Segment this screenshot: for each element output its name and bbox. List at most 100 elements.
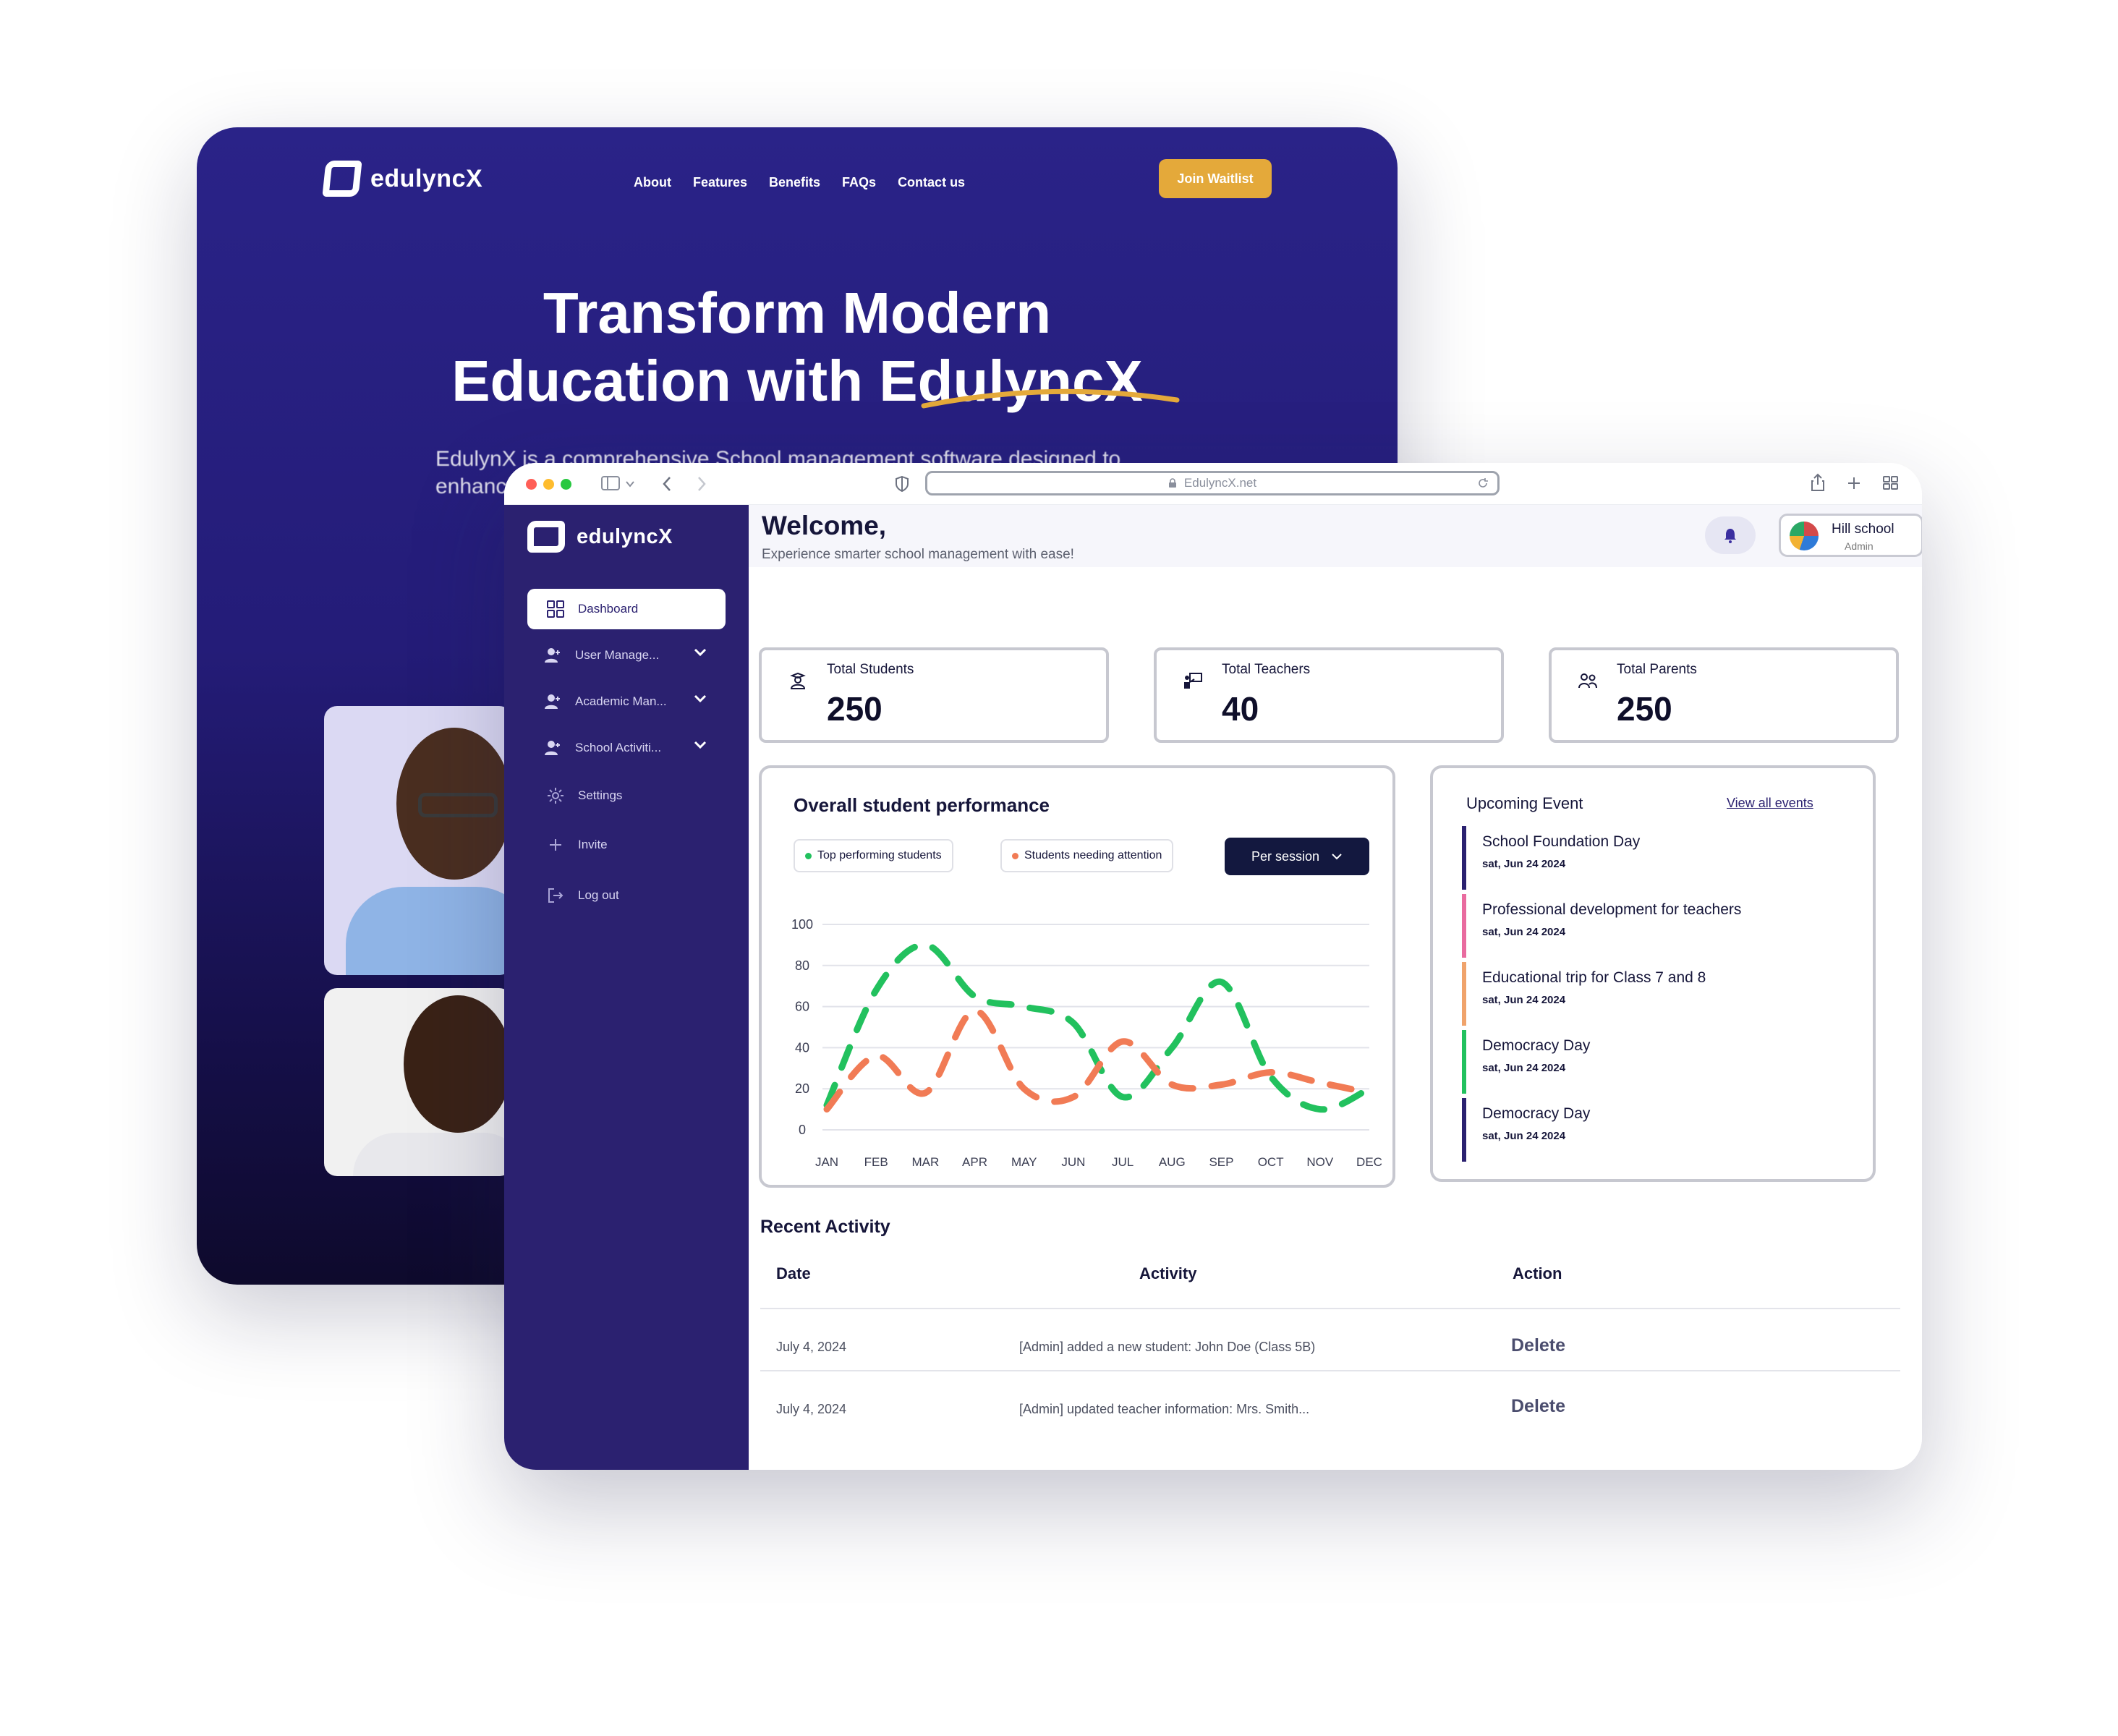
forward-icon[interactable] [697, 476, 707, 492]
x-tick-label: JUL [1112, 1155, 1134, 1169]
row-date: July 4, 2024 [776, 1402, 847, 1416]
address-bar[interactable]: EdulyncX.net [925, 471, 1500, 495]
sidebar-item-label: Log out [578, 888, 619, 902]
event-date: sat, Jun 24 2024 [1482, 1062, 1566, 1074]
event-name: School Foundation Day [1482, 833, 1641, 850]
x-tick-label: MAR [911, 1155, 939, 1169]
avatar [1790, 522, 1819, 550]
event-item[interactable]: Educational trip for Class 7 and 8 sat, J… [1462, 962, 1845, 1026]
maximize-window-button[interactable] [561, 479, 571, 490]
sidebar-brand: edulyncX [577, 524, 673, 548]
stat-card-teachers: Total Teachers 40 [1154, 647, 1504, 743]
sidebar-item-label: Settings [578, 788, 623, 802]
x-tick-label: SEP [1209, 1155, 1233, 1169]
row-date: July 4, 2024 [776, 1340, 847, 1354]
profile-menu[interactable]: Hill school Admin [1779, 514, 1922, 557]
delete-button[interactable]: Delete [1511, 1396, 1565, 1417]
sidebar-toggle-icon[interactable] [601, 476, 620, 490]
x-tick-label: JAN [815, 1155, 838, 1169]
x-tick-label: MAY [1011, 1155, 1037, 1169]
view-all-events-link[interactable]: View all events [1727, 796, 1813, 811]
stat-value: 250 [827, 690, 882, 728]
sidebar-item-label: School Activiti... [575, 741, 662, 754]
hero-line-2: Education with EdulyncX [451, 349, 1143, 413]
legend-top-performing[interactable]: Top performing students [794, 839, 953, 872]
chevron-down-icon[interactable] [626, 480, 634, 488]
event-item[interactable]: Democracy Day sat, Jun 24 2024 [1462, 1030, 1845, 1094]
event-date: sat, Jun 24 2024 [1482, 1130, 1566, 1142]
hero-underline-swoosh [921, 388, 1180, 409]
browser-toolbar: EdulyncX.net [504, 463, 1922, 505]
landing-logo[interactable]: edulyncX [322, 161, 482, 197]
chevron-down-icon[interactable] [694, 648, 707, 657]
sidebar-item-label: User Manage... [575, 648, 660, 662]
delete-button[interactable]: Delete [1511, 1335, 1565, 1356]
gear-icon [546, 786, 565, 805]
legend-dot [1012, 852, 1018, 859]
join-waitlist-button[interactable]: Join Waitlist [1159, 159, 1272, 198]
table-divider [760, 1370, 1900, 1371]
stat-label: Total Teachers [1222, 662, 1311, 677]
sidebar-item-academic-management[interactable]: Academic Man... [527, 681, 726, 722]
sidebar-item-dashboard[interactable]: Dashboard [527, 589, 726, 629]
period-select-value: Per session [1251, 848, 1320, 864]
event-item[interactable]: Professional development for teachers sat… [1462, 894, 1845, 958]
share-icon[interactable] [1811, 473, 1825, 492]
profile-name: Hill school [1832, 522, 1894, 537]
performance-title: Overall student performance [794, 794, 1050, 816]
nav-features[interactable]: Features [693, 175, 747, 190]
y-tick-label: 40 [795, 1040, 809, 1055]
sidebar-item-user-management[interactable]: User Manage... [527, 635, 726, 676]
close-window-button[interactable] [526, 479, 537, 490]
chevron-down-icon[interactable] [694, 694, 707, 703]
upcoming-events-panel: Upcoming Event View all events School Fo… [1430, 765, 1876, 1182]
nav-faqs[interactable]: FAQs [842, 175, 876, 190]
y-tick-label: 80 [795, 958, 809, 973]
stat-label: Total Students [827, 662, 914, 677]
period-select[interactable]: Per session [1225, 838, 1369, 875]
series-line-top-performing [823, 941, 1373, 1113]
notification-button[interactable] [1705, 516, 1756, 554]
nav-contact[interactable]: Contact us [898, 175, 965, 190]
lock-icon [1168, 478, 1176, 488]
user-plus-icon [543, 739, 562, 757]
student-photo-2 [324, 988, 512, 1176]
legend-label: Top performing students [817, 849, 942, 861]
nav-benefits[interactable]: Benefits [769, 175, 820, 190]
stat-value: 40 [1222, 690, 1259, 728]
logo-mark-icon [322, 161, 362, 197]
minimize-window-button[interactable] [543, 479, 554, 490]
plus-icon [546, 835, 565, 854]
row-activity: [Admin] updated teacher information: Mrs… [1019, 1402, 1310, 1416]
sidebar-item-school-activities[interactable]: School Activiti... [527, 728, 726, 768]
x-tick-label: APR [962, 1155, 987, 1169]
tab-overview-icon[interactable] [1883, 476, 1899, 490]
logout-icon [546, 886, 565, 905]
reload-icon[interactable] [1477, 477, 1489, 489]
performance-line-chart: 0 20 40 60 80 100 JAN FEB MAR APR MAY JUN JUL AUG SEP O… [791, 917, 1382, 1169]
legend-label: Students needing attention [1024, 849, 1162, 861]
sidebar-item-settings[interactable]: Settings [527, 775, 726, 816]
hero-line-1: Transform Modern [543, 281, 1052, 345]
legend-needing-attention[interactable]: Students needing attention [1000, 839, 1174, 872]
sidebar-item-logout[interactable]: Log out [527, 875, 726, 916]
sidebar: edulyncX Dashboard User Manage... Academ… [504, 505, 749, 1470]
column-header-activity: Activity [1139, 1264, 1197, 1282]
stat-value: 250 [1617, 690, 1672, 728]
sidebar-logo[interactable]: edulyncX [527, 521, 673, 553]
chevron-down-icon[interactable] [694, 741, 707, 749]
user-plus-icon [543, 646, 562, 665]
new-tab-icon[interactable] [1847, 476, 1861, 490]
back-icon[interactable] [662, 476, 672, 492]
event-item[interactable]: Democracy Day sat, Jun 24 2024 [1462, 1098, 1845, 1162]
stat-card-students: Total Students 250 [759, 647, 1109, 743]
sidebar-item-invite[interactable]: Invite [527, 825, 726, 865]
page-title: Welcome, [762, 511, 887, 540]
event-item[interactable]: School Foundation Day sat, Jun 24 2024 [1462, 826, 1845, 890]
performance-panel: Overall student performance Top performi… [759, 765, 1395, 1188]
event-date: sat, Jun 24 2024 [1482, 994, 1566, 1006]
shield-icon[interactable] [895, 476, 909, 492]
nav-about[interactable]: About [634, 175, 671, 190]
events-title: Upcoming Event [1466, 794, 1583, 812]
y-tick-label: 60 [795, 1000, 809, 1014]
